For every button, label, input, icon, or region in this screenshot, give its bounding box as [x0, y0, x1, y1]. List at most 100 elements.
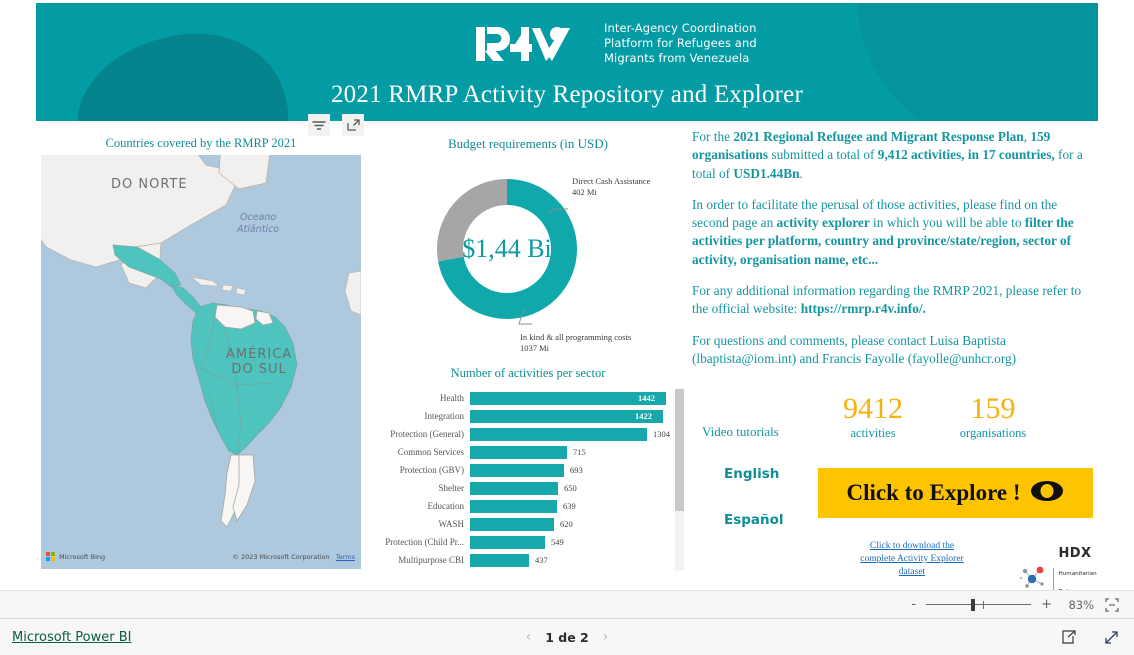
download-dataset-link[interactable]: Click to download the complete Activity …	[822, 540, 1002, 579]
bar-category-label: Education	[427, 501, 465, 511]
bar-row[interactable]: Protection (GBV) 693	[372, 461, 684, 479]
bars-scrollbar-thumb[interactable]	[675, 389, 684, 511]
desc-p1-a: For the	[692, 129, 734, 144]
zoom-in-button[interactable]: +	[1041, 597, 1052, 612]
map-copyright: © 2023 Microsoft Corporation Terms	[232, 553, 355, 561]
video-language-spanish[interactable]: Español	[724, 512, 784, 528]
bar-value-label: 1304	[653, 428, 670, 439]
budget-donut-visual[interactable]: Budget requirements (in USD) $1,44 Bi Di…	[372, 136, 684, 356]
bar-row[interactable]: WASH 620	[372, 515, 684, 533]
map-geography	[41, 155, 361, 569]
bar-row[interactable]: Shelter 650	[372, 479, 684, 497]
bar-row[interactable]: Protection (General) 1304	[372, 425, 684, 443]
bar-fill[interactable]	[470, 499, 557, 513]
map-label-north-america: DO NORTE	[111, 177, 188, 192]
zoom-out-button[interactable]: -	[911, 597, 916, 612]
kpi-organisations-caption: organisations	[959, 426, 1027, 440]
hdx-divider	[1053, 568, 1054, 590]
bars-scrollbar[interactable]	[675, 389, 684, 571]
bar-row[interactable]: Integration 1422	[372, 407, 684, 425]
bar-category-label: Integration	[424, 411, 465, 421]
bar-fill[interactable]	[470, 553, 529, 567]
map-copyright-text: © 2023 Microsoft Corporation	[232, 553, 330, 561]
bar-fill[interactable]	[470, 463, 564, 477]
chevron-right-icon[interactable]: ›	[603, 629, 609, 645]
description-paragraph-1: For the 2021 Regional Refugee and Migran…	[692, 128, 1090, 183]
bar-row[interactable]: Health 1442	[372, 389, 684, 407]
share-icon[interactable]	[1060, 629, 1077, 646]
sector-bar-visual[interactable]: Number of activities per sector Health 14…	[372, 366, 684, 578]
bar-fill[interactable]	[470, 445, 567, 459]
map-visual[interactable]: Countries covered by the RMRP 2021 DO NO…	[41, 136, 361, 569]
bar-track: 639	[470, 499, 684, 513]
explore-button-label: Click to Explore !	[846, 480, 1021, 505]
description-paragraph-4: For questions and comments, please conta…	[692, 332, 1090, 369]
bar-track: 620	[470, 517, 684, 531]
bar-row[interactable]: Protection (Child Pr... 549	[372, 533, 684, 551]
donut-callout-cash: Direct Cash Assistance 402 Mi	[572, 176, 651, 197]
visual-header-icons	[308, 114, 364, 136]
zoom-percent-label: 83%	[1068, 597, 1094, 612]
desc-p4-a: For questions and comments, please conta…	[692, 332, 1017, 366]
video-language-english[interactable]: English	[724, 466, 779, 482]
map-title: Countries covered by the RMRP 2021	[105, 136, 297, 150]
kpi-activities-caption: activities	[850, 426, 896, 440]
bar-track: 549	[470, 535, 684, 549]
description-panel: For the 2021 Regional Refugee and Migran…	[692, 128, 1090, 381]
bar-value-label: 650	[564, 482, 577, 493]
desc-p1-b3: 9,412 activities, in 17 countries,	[877, 147, 1055, 163]
bar-row[interactable]: Common Services 715	[372, 443, 684, 461]
kpi-activities: 9412 activities	[818, 392, 928, 441]
map-terms-link[interactable]: Terms	[336, 553, 355, 561]
zoom-slider-tick	[983, 600, 985, 609]
bar-value-label: 1422	[635, 410, 652, 421]
bar-fill[interactable]	[470, 481, 558, 495]
map-canvas[interactable]: DO NORTE AMÉRICA DO SUL Oceano Atlântico…	[41, 155, 361, 569]
map-label-south-america: AMÉRICA DO SUL	[226, 347, 293, 377]
page-indicator: 1 de 2	[545, 629, 589, 645]
bar-category-label: Protection (Child Pr...	[385, 537, 464, 547]
desc-p3-b1[interactable]: https://rmrp.r4v.info/.	[801, 301, 926, 316]
bar-value-label: 437	[535, 554, 548, 565]
chevron-left-icon[interactable]: ‹	[526, 629, 532, 645]
bars-rows: Health 1442 Integration 1422 Protection (Gen…	[372, 389, 684, 569]
bar-fill[interactable]	[470, 391, 666, 405]
fit-to-page-icon[interactable]	[1104, 597, 1120, 613]
fullscreen-icon[interactable]	[1103, 629, 1120, 646]
report-canvas: Inter-Agency Coordination Platform for R…	[0, 0, 1134, 590]
bar-fill[interactable]	[470, 535, 545, 549]
status-bar: Microsoft Power BI ‹ 1 de 2 ›	[0, 619, 1134, 655]
bar-category-label: Common Services	[397, 447, 464, 457]
map-provider-credit: Microsoft Bing	[46, 552, 105, 561]
focus-mode-icon[interactable]	[342, 114, 364, 136]
zoom-slider-thumb[interactable]	[971, 598, 976, 611]
kpi-organisations-value: 159	[970, 392, 1016, 425]
filter-icon[interactable]	[308, 114, 330, 136]
r4v-logo-icon	[474, 22, 592, 66]
microsoft-logo-icon	[46, 552, 55, 561]
bar-value-label: 1442	[638, 392, 655, 403]
bar-track: 1422	[470, 409, 684, 423]
zoom-slider[interactable]	[926, 598, 1032, 612]
desc-p1-b4: USD1.44Bn	[733, 165, 800, 181]
bar-fill[interactable]	[470, 427, 647, 441]
bar-row[interactable]: Multipurpose CBI 437	[372, 551, 684, 569]
bar-row[interactable]: Education 639	[372, 497, 684, 515]
click-to-explore-button[interactable]: Click to Explore !	[818, 468, 1093, 518]
desc-p1-b1: 2021 Regional Refugee and Migrant Respon…	[733, 129, 1024, 144]
bars-plot-area[interactable]: Health 1442 Integration 1422 Protection (Gen…	[372, 389, 684, 571]
bar-track: 437	[470, 553, 684, 567]
bar-category-label: Protection (General)	[390, 429, 464, 439]
bar-category-label: Multipurpose CBI	[398, 555, 464, 565]
bar-fill[interactable]	[470, 517, 554, 531]
bar-track: 650	[470, 481, 684, 495]
hdx-logo[interactable]: HDX Humanitarian Data Exchange	[1018, 544, 1097, 590]
bar-value-label: 693	[570, 464, 583, 475]
donut-title: Budget requirements (in USD)	[448, 136, 608, 151]
desc-p1-d: submitted a total of	[768, 147, 878, 163]
description-paragraph-3: For any additional information regarding…	[692, 282, 1090, 319]
eye-icon	[1030, 480, 1064, 507]
bar-category-label: Health	[440, 393, 464, 403]
hdx-title: HDX	[1058, 546, 1092, 561]
bar-category-label: Protection (GBV)	[399, 465, 464, 475]
